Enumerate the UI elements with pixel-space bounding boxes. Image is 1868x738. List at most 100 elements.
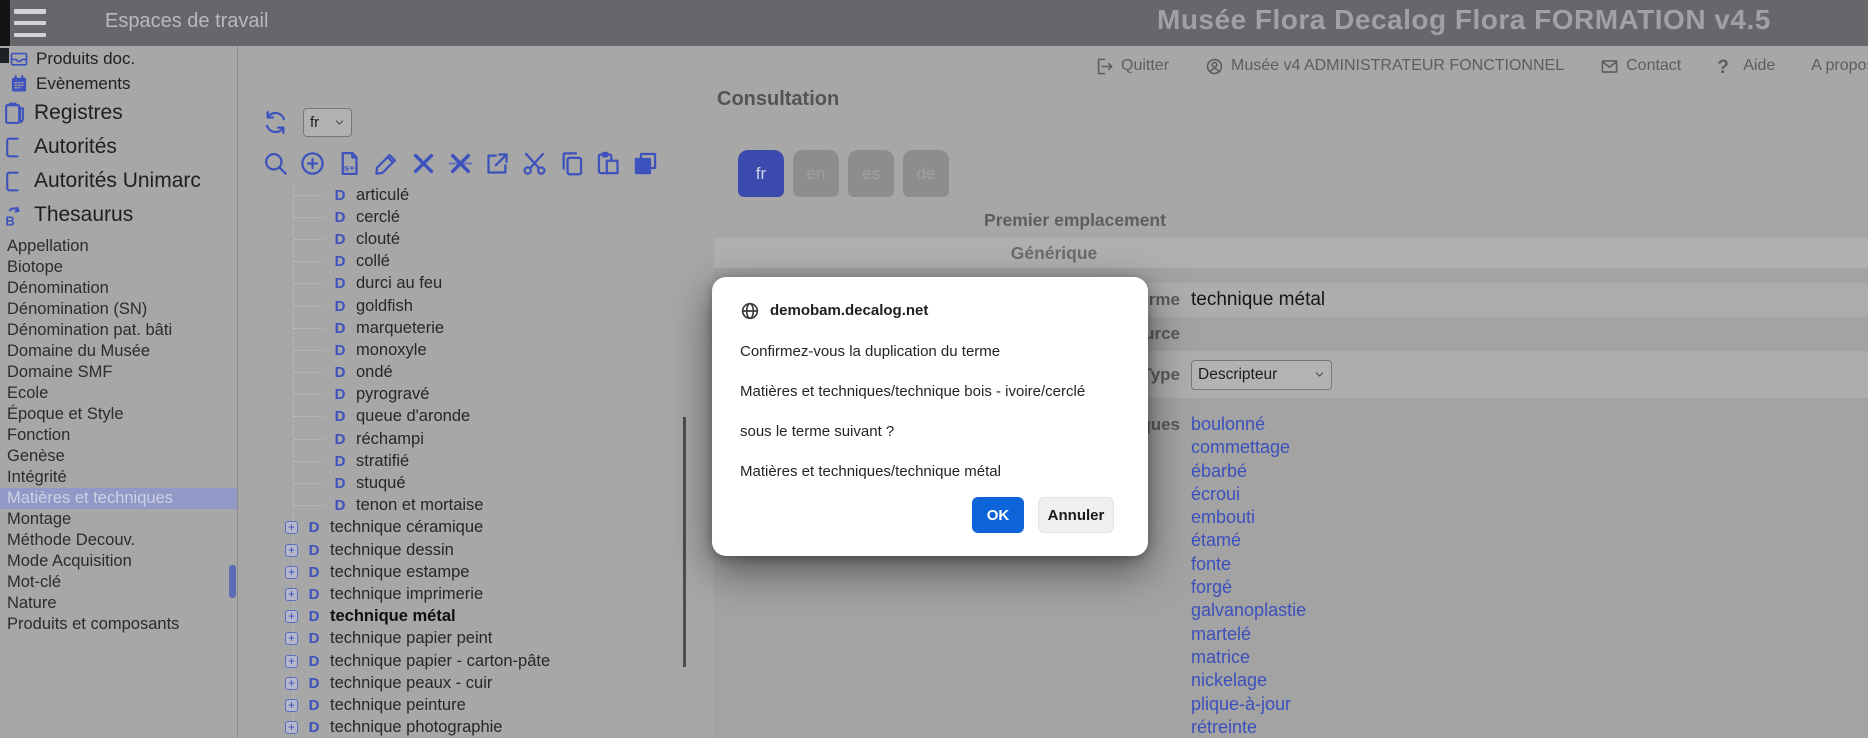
- menubar-item[interactable]: ? Aide: [1717, 57, 1775, 76]
- language-tab[interactable]: de: [903, 150, 949, 197]
- language-select[interactable]: fr: [303, 108, 352, 137]
- type-select[interactable]: Descripteur: [1191, 360, 1332, 390]
- tree-item[interactable]: + D technique peaux - cuir: [238, 672, 707, 694]
- expand-plus-icon[interactable]: +: [285, 632, 298, 645]
- thesaurus-list-item[interactable]: Intégrité: [0, 467, 237, 488]
- sidebar-nav-item[interactable]: B Thesaurus: [0, 198, 237, 232]
- tree-item[interactable]: + D monoxyle: [238, 339, 707, 361]
- specific-term-link[interactable]: étamé: [1191, 529, 1306, 552]
- thesaurus-list-item[interactable]: Domaine du Musée: [0, 341, 237, 362]
- menubar-item[interactable]: Quitter: [1095, 57, 1169, 76]
- expand-plus-icon[interactable]: +: [285, 699, 298, 712]
- tree-item[interactable]: + D tenon et mortaise: [238, 495, 707, 517]
- tree-item[interactable]: + D technique papier peint: [238, 628, 707, 650]
- specific-term-link[interactable]: embouti: [1191, 506, 1306, 529]
- expand-plus-icon[interactable]: +: [285, 677, 298, 690]
- tree-item[interactable]: + D technique imprimerie: [238, 583, 707, 605]
- tree-item[interactable]: + D articulé: [238, 186, 707, 206]
- tree-item[interactable]: + D technique métal: [238, 606, 707, 628]
- language-tab[interactable]: es: [848, 150, 894, 197]
- tree-item[interactable]: + D technique papier - carton-pâte: [238, 650, 707, 672]
- specific-term-link[interactable]: plique-à-jour: [1191, 693, 1306, 716]
- refresh-icon[interactable]: [262, 109, 289, 136]
- delete-icon[interactable]: [410, 150, 437, 177]
- specific-term-link[interactable]: fonte: [1191, 553, 1306, 576]
- thesaurus-list-item[interactable]: Domaine SMF: [0, 362, 237, 383]
- tree-item[interactable]: + D technique peinture: [238, 694, 707, 716]
- tree-item[interactable]: + D stuqué: [238, 472, 707, 494]
- specific-term-link[interactable]: martelé: [1191, 623, 1306, 646]
- tree-item[interactable]: + D goldfish: [238, 295, 707, 317]
- expand-plus-icon[interactable]: +: [285, 610, 298, 623]
- sidebar-nav-item[interactable]: Autorités Unimarc: [0, 164, 237, 198]
- thesaurus-list-item[interactable]: Mot-clé: [0, 572, 237, 593]
- menubar-item[interactable]: Musée v4 ADMINISTRATEUR FONCTIONNEL: [1205, 57, 1564, 76]
- thesaurus-list-item[interactable]: Montage: [0, 509, 237, 530]
- expand-plus-icon[interactable]: +: [285, 544, 298, 557]
- tree-item[interactable]: + D durci au feu: [238, 273, 707, 295]
- thesaurus-list-item[interactable]: Produits et composants: [0, 614, 237, 635]
- cancel-button[interactable]: Annuler: [1038, 497, 1114, 533]
- sidebar-nav-item[interactable]: Evènements: [0, 71, 237, 96]
- thesaurus-list-item[interactable]: Dénomination: [0, 278, 237, 299]
- specific-term-link[interactable]: ébarbé: [1191, 460, 1306, 483]
- tree-item[interactable]: + D marqueterie: [238, 317, 707, 339]
- sidebar-nav-item[interactable]: Produits doc.: [0, 46, 237, 71]
- thesaurus-list-item[interactable]: Ecole: [0, 383, 237, 404]
- specific-term-link[interactable]: matrice: [1191, 646, 1306, 669]
- expand-plus-icon[interactable]: +: [285, 655, 298, 668]
- thesaurus-list-item[interactable]: Époque et Style: [0, 404, 237, 425]
- expand-plus-icon[interactable]: +: [285, 566, 298, 579]
- thesaurus-list-item[interactable]: Genèse: [0, 446, 237, 467]
- thesaurus-list-item[interactable]: Dénomination (SN): [0, 299, 237, 320]
- specific-term-link[interactable]: galvanoplastie: [1191, 599, 1306, 622]
- menubar-item[interactable]: A propos: [1811, 57, 1868, 75]
- thesaurus-list-item[interactable]: Mode Acquisition: [0, 551, 237, 572]
- paste-icon[interactable]: [595, 150, 622, 177]
- tree-item[interactable]: + D ondé: [238, 362, 707, 384]
- menubar-item[interactable]: Contact: [1600, 57, 1681, 76]
- tree-item[interactable]: + D collé: [238, 251, 707, 273]
- specific-term-link[interactable]: nickelage: [1191, 669, 1306, 692]
- specific-term-link[interactable]: rétreinte: [1191, 716, 1306, 738]
- thesaurus-list-item[interactable]: Nature: [0, 593, 237, 614]
- expand-plus-icon[interactable]: +: [285, 588, 298, 601]
- tree-item[interactable]: + D technique photographie: [238, 717, 707, 738]
- thesaurus-list-item[interactable]: Méthode Decouv.: [0, 530, 237, 551]
- edit-icon[interactable]: [373, 150, 400, 177]
- search-icon[interactable]: [262, 150, 289, 177]
- tree-item[interactable]: + D réchampi: [238, 428, 707, 450]
- sidebar-scrollbar[interactable]: [229, 565, 236, 598]
- sidebar-nav-item[interactable]: Autorités: [0, 130, 237, 164]
- thesaurus-list-item[interactable]: Fonction: [0, 425, 237, 446]
- tree-item[interactable]: + D queue d'aronde: [238, 406, 707, 428]
- specific-term-link[interactable]: écroui: [1191, 483, 1306, 506]
- add-circle-icon[interactable]: [299, 150, 326, 177]
- expand-plus-icon[interactable]: +: [285, 721, 298, 734]
- copy-icon[interactable]: [558, 150, 585, 177]
- tree-item[interactable]: + D pyrogravé: [238, 384, 707, 406]
- tree-item[interactable]: + D technique dessin: [238, 539, 707, 561]
- language-tab[interactable]: fr: [738, 150, 784, 197]
- tree-item[interactable]: + D cerclé: [238, 206, 707, 228]
- tree-item[interactable]: + D technique estampe: [238, 561, 707, 583]
- expand-plus-icon[interactable]: +: [285, 521, 298, 534]
- duplicate-icon[interactable]: [632, 150, 659, 177]
- specific-term-link[interactable]: boulonné: [1191, 413, 1306, 436]
- open-external-icon[interactable]: [484, 150, 511, 177]
- thesaurus-list-item[interactable]: Appellation: [0, 236, 237, 257]
- language-tab[interactable]: en: [793, 150, 839, 197]
- thesaurus-list-item[interactable]: Matières et techniques: [0, 488, 237, 509]
- cut-icon[interactable]: [521, 150, 548, 177]
- tree-item[interactable]: + D clouté: [238, 228, 707, 250]
- tree-item[interactable]: + D stratifié: [238, 450, 707, 472]
- tree-item[interactable]: + D technique céramique: [238, 517, 707, 539]
- add-synonym-icon[interactable]: s+: [336, 150, 363, 177]
- thesaurus-list-item[interactable]: Biotope: [0, 257, 237, 278]
- specific-term-link[interactable]: commettage: [1191, 436, 1306, 459]
- specific-term-link[interactable]: forgé: [1191, 576, 1306, 599]
- unlink-icon[interactable]: [447, 150, 474, 177]
- menu-icon[interactable]: [14, 9, 46, 37]
- sidebar-nav-item[interactable]: Registres: [0, 96, 237, 130]
- ok-button[interactable]: OK: [972, 497, 1024, 533]
